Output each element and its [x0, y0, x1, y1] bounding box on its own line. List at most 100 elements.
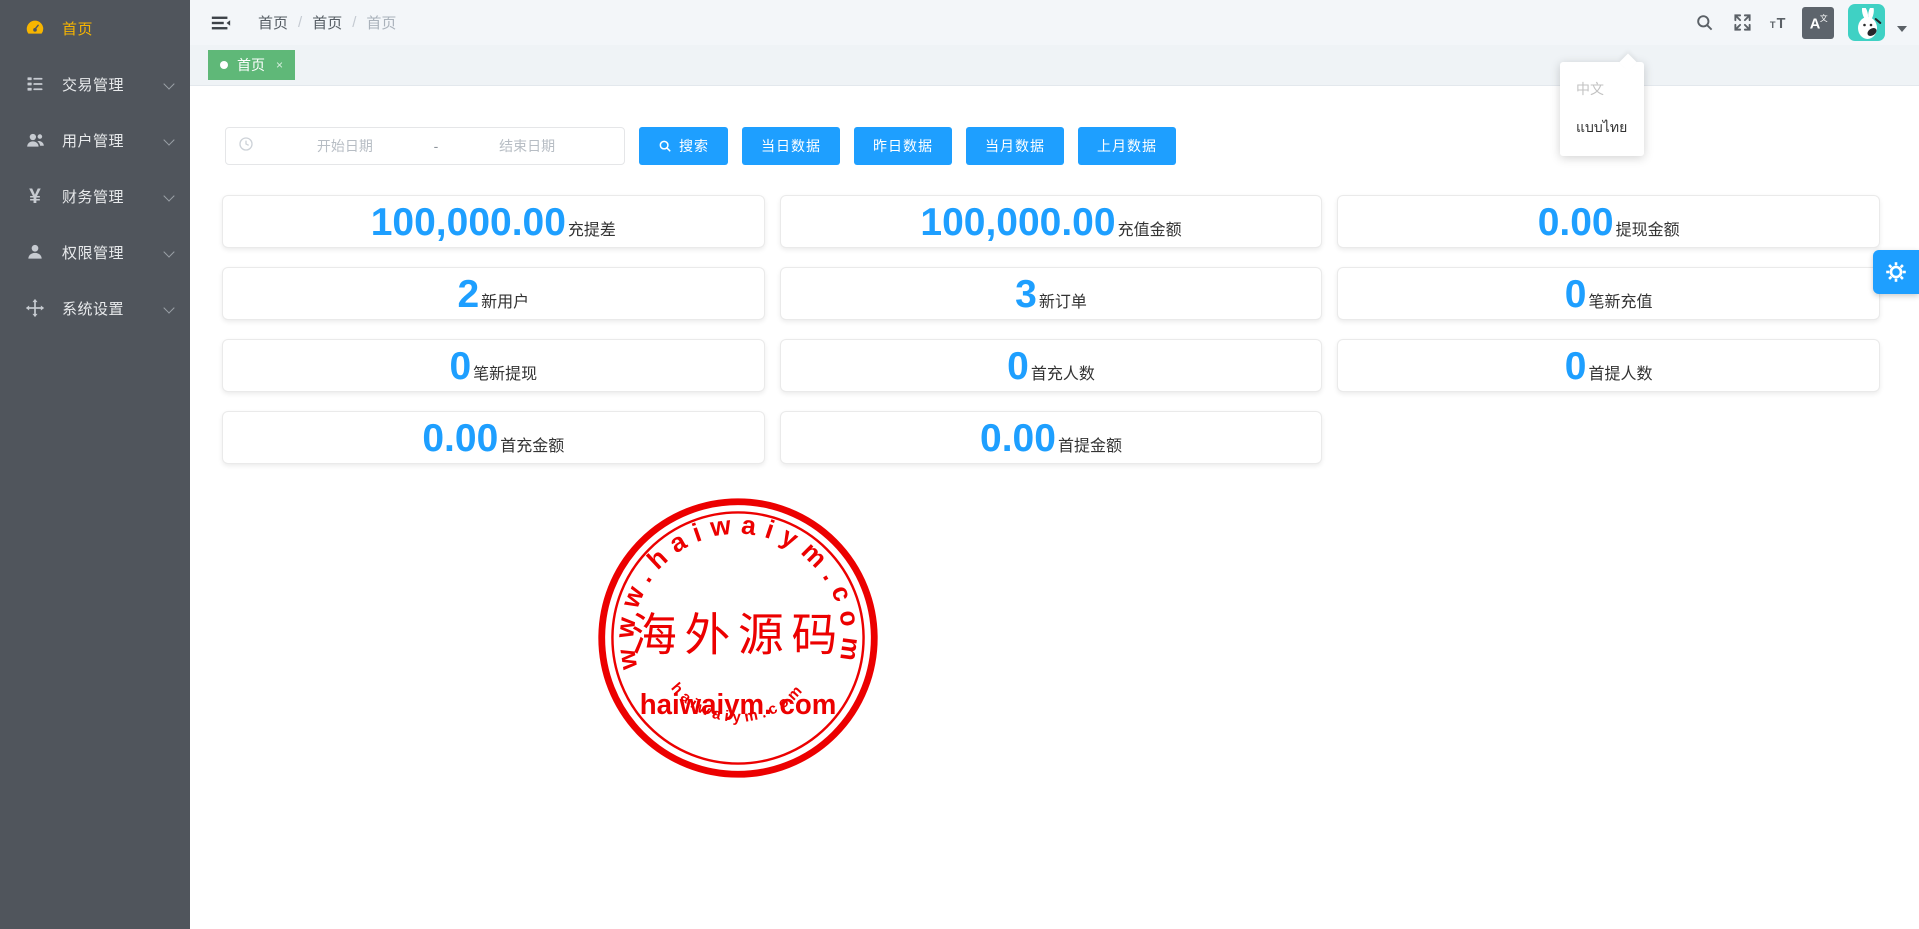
sidebar-item-home[interactable]: 首页	[0, 0, 190, 56]
breadcrumb-item[interactable]: 首页	[258, 12, 288, 33]
topbar-actions: T T A 文	[1688, 0, 1909, 45]
stat-label: 首提人数	[1589, 360, 1653, 384]
stat-card-withdraw-amount: 0.00 提现金额	[1337, 195, 1880, 248]
translate-icon[interactable]: A 文	[1802, 7, 1834, 39]
stat-value: 0	[1565, 272, 1587, 318]
tab-active-dot	[220, 61, 228, 69]
sidebar-item-transactions[interactable]: 交易管理	[0, 56, 190, 112]
stat-value: 0.00	[980, 416, 1056, 462]
stat-card-recharge-amount: 100,000.00 充值金额	[780, 195, 1323, 248]
dropdown-caret-icon[interactable]	[1897, 26, 1907, 32]
date-separator: -	[430, 138, 443, 154]
tab-label: 首页	[237, 55, 265, 75]
today-data-button[interactable]: 当日数据	[742, 127, 840, 165]
stamp-inner-ring	[612, 512, 863, 763]
sidebar-item-label: 首页	[62, 18, 176, 39]
date-range-input[interactable]: -	[225, 127, 625, 165]
svg-text:T: T	[1770, 20, 1776, 30]
transactions-icon	[24, 73, 46, 95]
stat-label: 笔新充值	[1589, 288, 1653, 312]
system-icon	[24, 297, 46, 319]
stat-label: 首提金额	[1058, 432, 1122, 456]
stat-value: 0	[1007, 344, 1029, 390]
stat-card-first-withdraw-users: 0 首提人数	[1337, 339, 1880, 392]
stat-value: 0.00	[1538, 200, 1614, 246]
content: - 搜索 当日数据 昨日数据 当月数据 上月数据 100,000.00 充提差 …	[190, 86, 1919, 929]
dashboard-icon	[24, 17, 46, 39]
stat-label: 新订单	[1039, 288, 1087, 312]
font-size-icon[interactable]: T T	[1764, 0, 1796, 45]
stat-label: 笔新提现	[473, 360, 537, 384]
tab-close-icon[interactable]: ×	[276, 58, 283, 72]
sidebar-item-label: 权限管理	[62, 242, 164, 263]
avatar[interactable]	[1848, 4, 1885, 41]
main-area: 首页 / 首页 / 首页 T T	[190, 0, 1919, 929]
gear-icon	[1884, 260, 1908, 284]
stat-card-new-users: 2 新用户	[222, 267, 765, 320]
stamp-bottom-text: haiwaiym.com	[668, 679, 809, 725]
stat-card-first-recharge-amount: 0.00 首充金额	[222, 411, 765, 464]
breadcrumb-separator: /	[352, 14, 356, 31]
svg-text:T: T	[1777, 16, 1786, 32]
sidebar-item-users[interactable]: 用户管理	[0, 112, 190, 168]
stat-value: 0	[1565, 344, 1587, 390]
stat-value: 0	[449, 344, 471, 390]
stat-value: 2	[457, 272, 479, 318]
stamp-top-text: www.haiwaiym.com	[609, 509, 867, 673]
filter-row: - 搜索 当日数据 昨日数据 当月数据 上月数据	[190, 86, 1919, 165]
sidebar-item-system[interactable]: 系统设置	[0, 280, 190, 336]
sidebar-item-label: 系统设置	[62, 298, 164, 319]
last-month-data-button[interactable]: 上月数据	[1078, 127, 1176, 165]
sidebar-item-label: 财务管理	[62, 186, 164, 207]
breadcrumb-separator: /	[298, 14, 302, 31]
stamp-center-text: 海外源码	[631, 610, 845, 661]
clock-icon	[238, 136, 254, 157]
settings-fab-button[interactable]	[1873, 250, 1919, 294]
chevron-down-icon	[164, 247, 174, 257]
breadcrumb-current: 首页	[366, 12, 396, 33]
stat-label: 首充金额	[500, 432, 564, 456]
search-icon	[658, 139, 672, 153]
stat-label: 充提差	[568, 216, 616, 240]
chevron-down-icon	[164, 135, 174, 145]
sidebar-item-finance[interactable]: ¥ 财务管理	[0, 168, 190, 224]
stat-value: 100,000.00	[371, 200, 566, 246]
stat-card-new-recharge-count: 0 笔新充值	[1337, 267, 1880, 320]
stat-card-new-orders: 3 新订单	[780, 267, 1323, 320]
chevron-down-icon	[164, 191, 174, 201]
sidebar-item-label: 交易管理	[62, 74, 164, 95]
fullscreen-icon[interactable]	[1726, 0, 1758, 45]
sidebar-item-permissions[interactable]: 权限管理	[0, 224, 190, 280]
breadcrumb-item[interactable]: 首页	[312, 12, 342, 33]
sidebar-collapse-icon[interactable]	[206, 8, 236, 38]
stat-card-new-withdraw-count: 0 笔新提现	[222, 339, 765, 392]
this-month-data-button[interactable]: 当月数据	[966, 127, 1064, 165]
sidebar: 首页 交易管理 用户管理 ¥ 财务管理	[0, 0, 190, 929]
finance-icon: ¥	[24, 185, 46, 207]
stat-label: 新用户	[481, 288, 529, 312]
svg-text:文: 文	[1820, 13, 1828, 23]
stamp-outer-ring	[602, 502, 875, 775]
users-icon	[24, 129, 46, 151]
language-option-chinese[interactable]: 中文	[1560, 70, 1644, 108]
watermark-stamp: www.haiwaiym.com 海外源码 haiwaiym. com haiw…	[592, 490, 884, 786]
stat-value: 100,000.00	[920, 200, 1115, 246]
stat-label: 充值金额	[1118, 216, 1182, 240]
stamp-middle-text: haiwaiym. com	[640, 688, 837, 720]
tab-home[interactable]: 首页 ×	[208, 50, 295, 80]
search-icon[interactable]	[1688, 0, 1720, 45]
stat-label: 提现金额	[1616, 216, 1680, 240]
chevron-down-icon	[164, 303, 174, 313]
end-date-input[interactable]	[442, 138, 612, 154]
stat-value: 0.00	[422, 416, 498, 462]
sidebar-item-label: 用户管理	[62, 130, 164, 151]
topbar: 首页 / 首页 / 首页 T T	[190, 0, 1919, 45]
stat-label: 首充人数	[1031, 360, 1095, 384]
stat-card-first-withdraw-amount: 0.00 首提金额	[780, 411, 1323, 464]
search-button[interactable]: 搜索	[639, 127, 728, 165]
stat-card-recharge-withdraw-diff: 100,000.00 充提差	[222, 195, 765, 248]
start-date-input[interactable]	[260, 138, 430, 154]
yesterday-data-button[interactable]: 昨日数据	[854, 127, 952, 165]
stat-value: 3	[1015, 272, 1037, 318]
language-option-thai[interactable]: แบบไทย	[1560, 108, 1644, 148]
